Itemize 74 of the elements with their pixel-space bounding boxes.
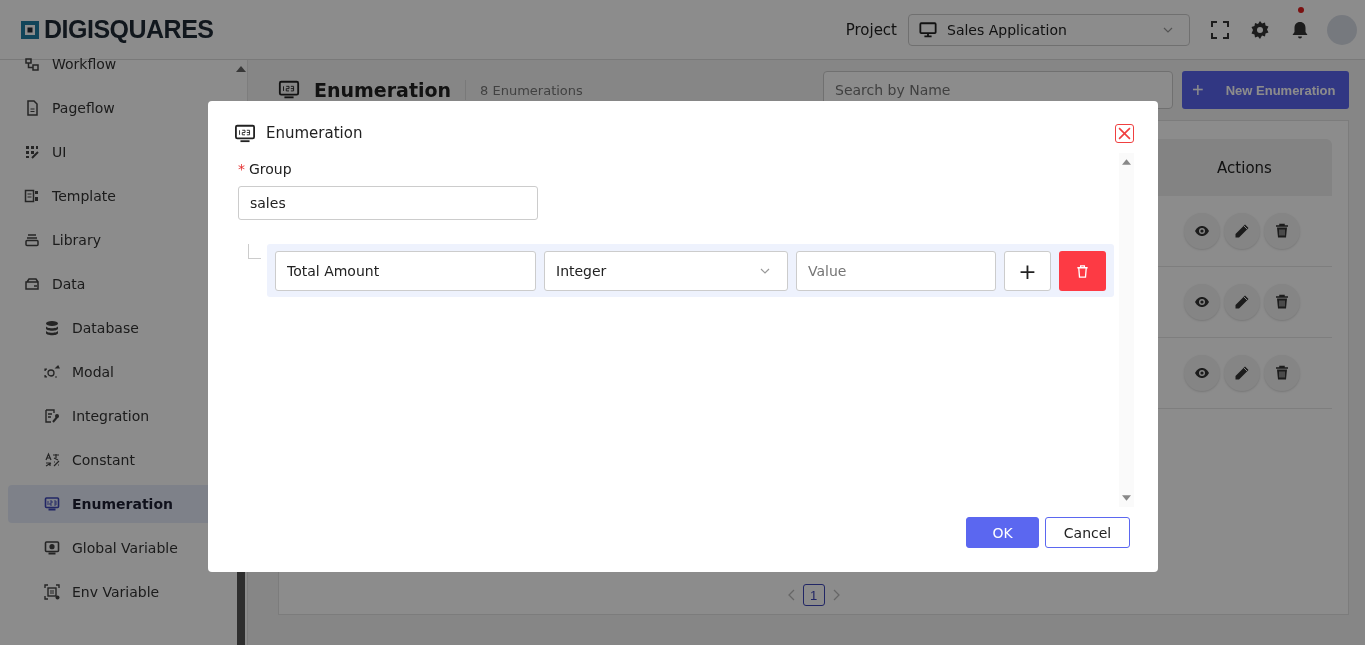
edit-button[interactable]: [1224, 213, 1260, 249]
item-count: 8 Enumerations: [480, 82, 583, 98]
logo-icon: [20, 19, 40, 40]
eye-icon: [1194, 223, 1210, 239]
column-header: Actions: [1216, 157, 1273, 179]
eye-icon: [1194, 294, 1210, 310]
database-icon: [44, 320, 60, 336]
delete-button[interactable]: [1059, 251, 1106, 291]
layout-icon: [24, 188, 40, 204]
add-button[interactable]: +: [1004, 251, 1051, 291]
name-field[interactable]: Total Amount: [275, 251, 536, 291]
pencil-icon: [1234, 223, 1250, 239]
ok-button[interactable]: OK: [966, 517, 1039, 548]
type-select[interactable]: Integer: [544, 251, 788, 291]
edit-button[interactable]: [1224, 355, 1260, 391]
delete-button[interactable]: [1264, 213, 1300, 249]
scroll-down-icon[interactable]: [1122, 495, 1131, 501]
tree-connector: [248, 244, 261, 259]
eye-icon: [1194, 365, 1210, 381]
required-mark: *: [238, 161, 245, 177]
document-icon: [24, 100, 40, 116]
dialog-title: Enumeration: [266, 124, 364, 142]
chevron-down-icon: [760, 266, 770, 276]
pencil-icon: [1234, 365, 1250, 381]
trash-icon: [1274, 365, 1290, 381]
trash-icon: [1274, 223, 1290, 239]
sidebar-item[interactable]: Pageflow: [8, 89, 226, 127]
logo-text: DIGISQUARES: [44, 15, 214, 44]
page-button[interactable]: 1: [802, 584, 825, 606]
field-label: Group: [249, 161, 292, 177]
settings-icon[interactable]: [1250, 19, 1270, 40]
sidebar-item[interactable]: Integration: [8, 397, 226, 435]
sidebar-item[interactable]: Database: [8, 309, 226, 347]
scan-frame-icon: [44, 584, 60, 600]
sidebar-item[interactable]: Constant: [8, 441, 226, 479]
document-edit-icon: [44, 408, 60, 424]
sidebar-item[interactable]: Library: [8, 221, 226, 259]
workflow-icon: [24, 56, 40, 72]
edit-button[interactable]: [1224, 284, 1260, 320]
number-display-icon: [234, 123, 256, 143]
new-enumeration-button[interactable]: + New Enumeration: [1182, 71, 1349, 109]
trash-icon: [1274, 294, 1290, 310]
sidebar-item[interactable]: Workflow: [8, 45, 226, 83]
pencil-icon: [1234, 294, 1250, 310]
project-label: Project: [845, 20, 897, 39]
page-title: Enumeration: [314, 79, 452, 101]
sidebar-item[interactable]: Modal: [8, 353, 226, 391]
view-button[interactable]: [1184, 213, 1220, 249]
bell-icon[interactable]: [1290, 19, 1310, 40]
view-button[interactable]: [1184, 355, 1220, 391]
monitor-icon: [44, 540, 60, 556]
stack-icon: [24, 232, 40, 248]
close-button[interactable]: [1115, 123, 1134, 143]
cancel-button[interactable]: Cancel: [1045, 517, 1130, 548]
group-field[interactable]: sales: [238, 186, 538, 220]
scroll-up-icon[interactable]: [1122, 159, 1131, 165]
number-display-icon: [44, 496, 60, 512]
number-display-icon: [278, 79, 300, 101]
project-select[interactable]: Sales Application: [908, 13, 1190, 46]
grid-icon: [24, 144, 40, 160]
scroll-up-icon[interactable]: [235, 66, 246, 72]
value-field[interactable]: Value: [796, 251, 996, 291]
sidebar-item[interactable]: Global Variable: [8, 529, 226, 567]
fullscreen-icon[interactable]: [1210, 19, 1230, 40]
wallet-icon: [24, 276, 40, 292]
sidebar-item[interactable]: Env Variable: [8, 573, 226, 611]
close-icon: [1118, 126, 1131, 140]
trash-icon: [1075, 263, 1090, 279]
view-button[interactable]: [1184, 284, 1220, 320]
monitor-icon: [919, 20, 937, 39]
delete-button[interactable]: [1264, 284, 1300, 320]
delete-button[interactable]: [1264, 355, 1300, 391]
sidebar-item[interactable]: Template: [8, 177, 226, 215]
translate-icon: [44, 452, 60, 468]
